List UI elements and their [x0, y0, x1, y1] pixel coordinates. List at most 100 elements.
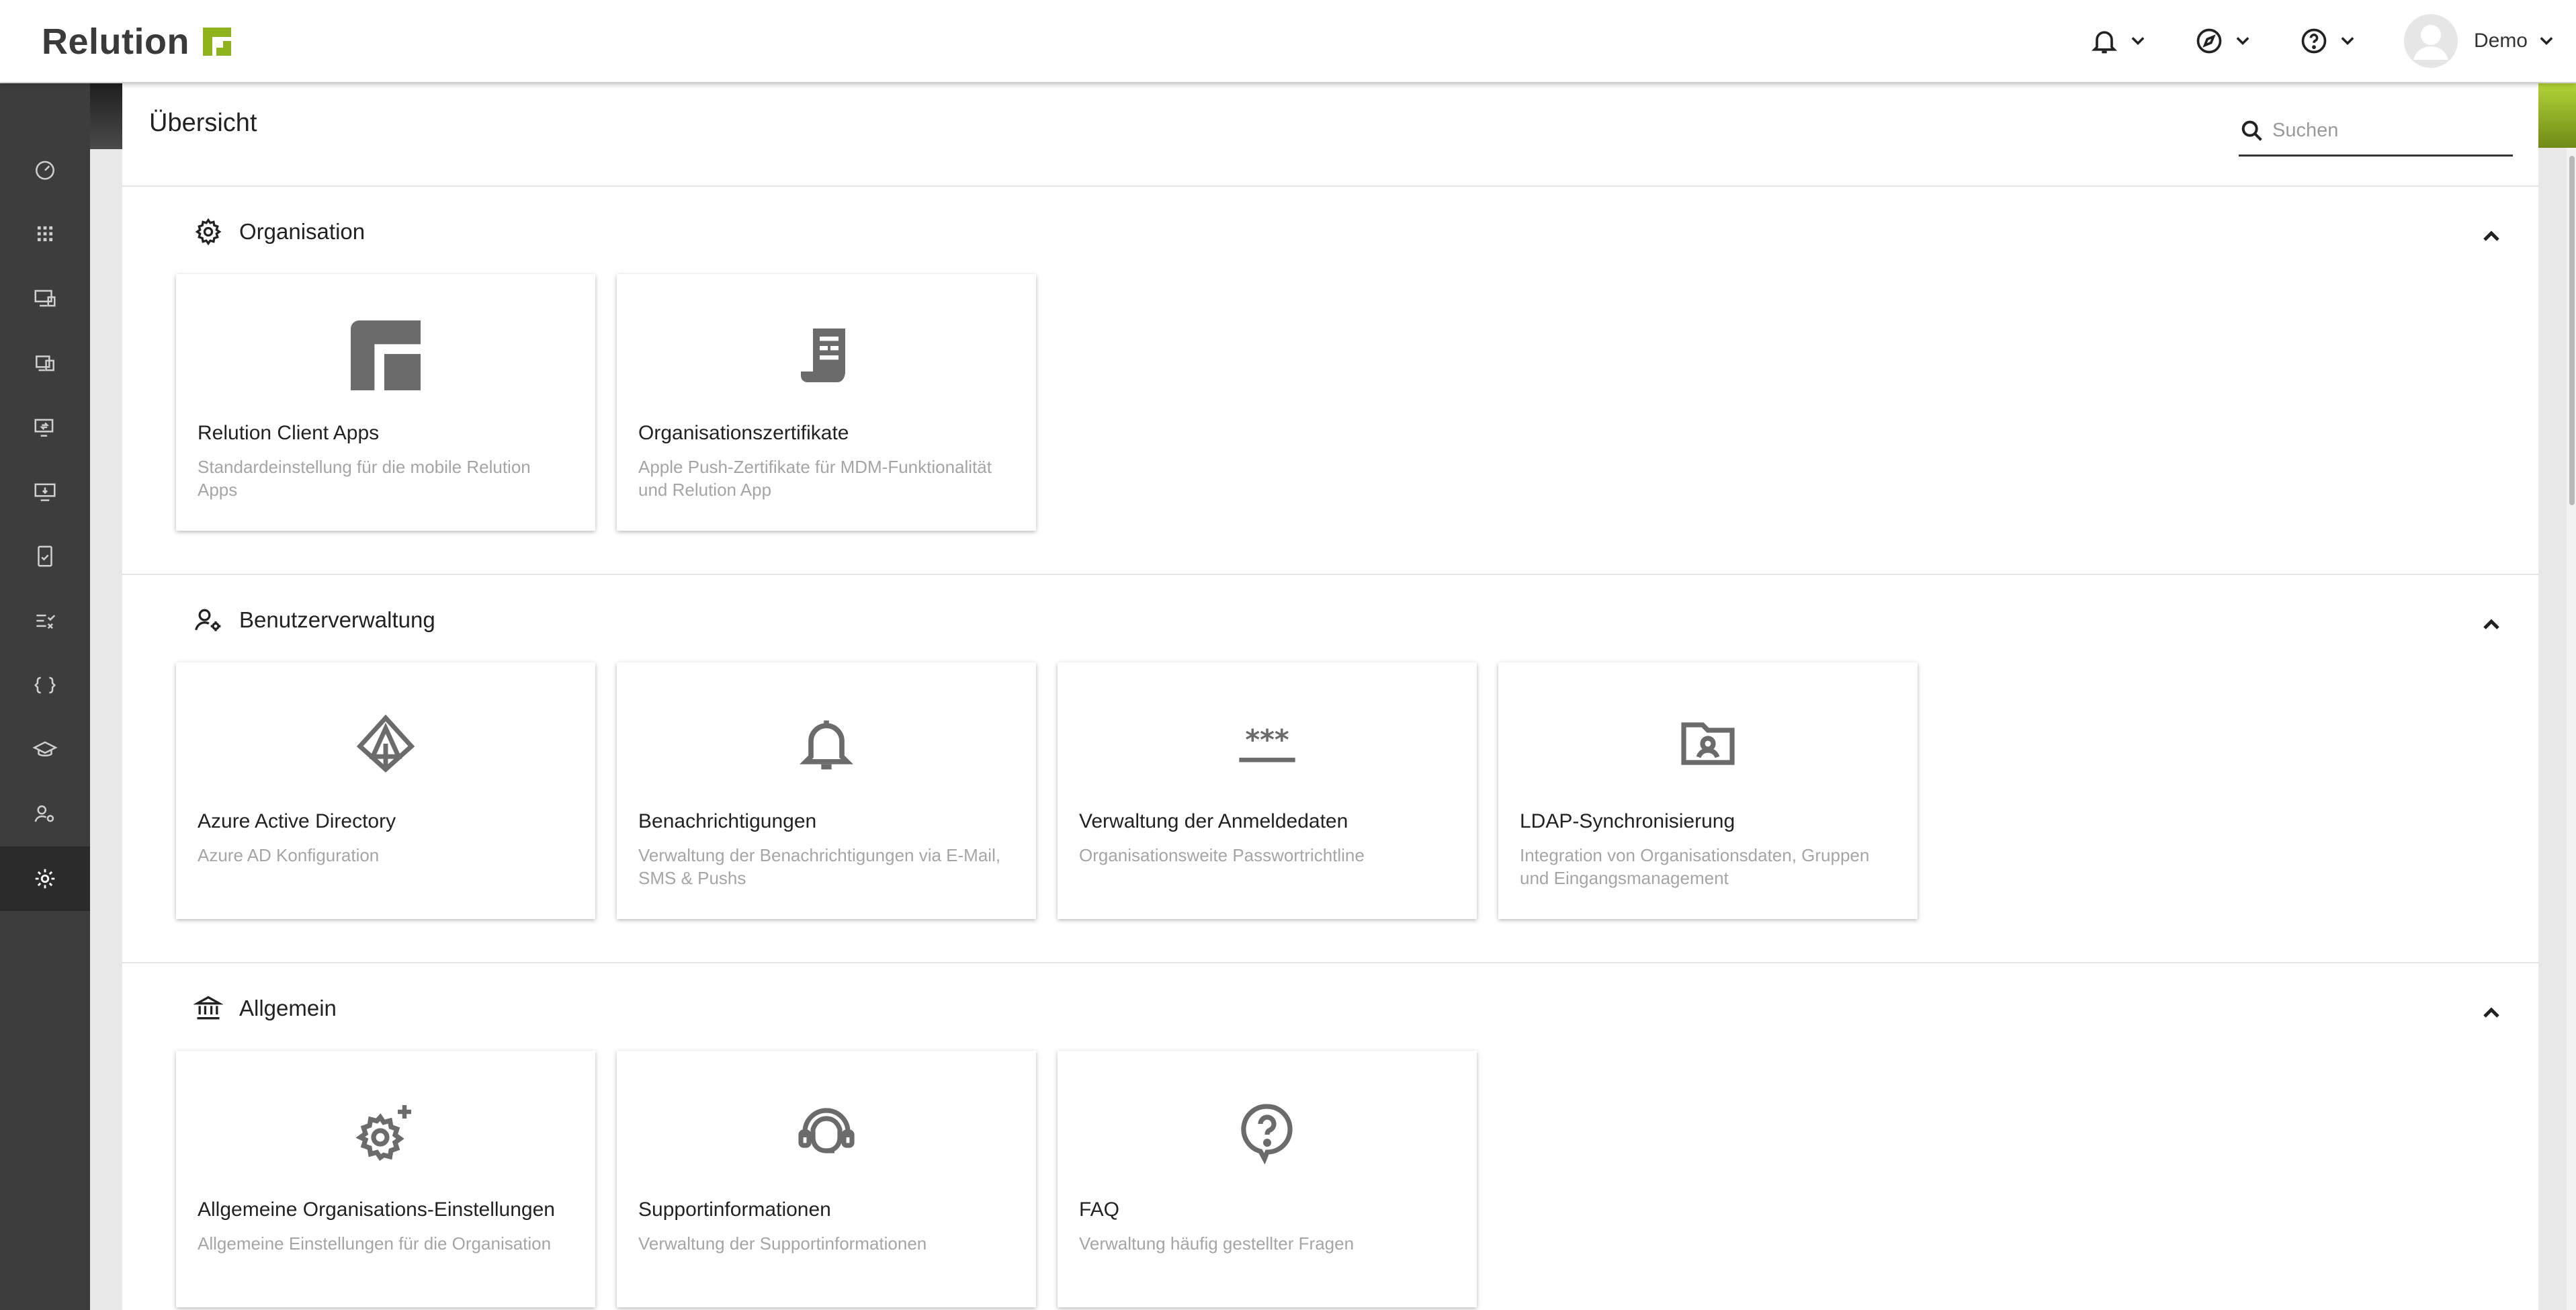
education-icon [32, 741, 58, 756]
sidebar-item-compliance[interactable] [0, 524, 90, 588]
user-settings-icon [195, 609, 221, 631]
help-menu[interactable] [2299, 26, 2357, 56]
card-description: Azure AD Konfiguration [198, 845, 380, 865]
section-title: Allgemein [239, 996, 337, 1020]
card-supportinformationen[interactable]: Supportinformationen Verwaltung der Supp… [617, 1051, 1036, 1307]
card-ldap-synchronisierung[interactable]: LDAP-Synchronisierung Integration von Or… [1498, 662, 1918, 919]
logo[interactable]: Relution [42, 16, 231, 67]
page-header: Übersicht [122, 83, 2538, 187]
card-verwaltung-der-anmeldedaten[interactable]: *** Verwaltung der Anmeldedaten Organisa… [1058, 662, 1477, 919]
card-title: Organisationszertifikate [638, 422, 849, 444]
card-allgemeine-organisations-einstellungen[interactable]: Allgemeine Organisations-Einstellungen A… [176, 1051, 595, 1307]
card-faq[interactable]: FAQ Verwaltung häufig gestellter Fragen [1058, 1051, 1477, 1307]
section-header: Benutzerverwaltung [194, 603, 435, 637]
card-description: Verwaltung der Supportinformationen [638, 1233, 927, 1254]
bell-icon [785, 707, 868, 781]
compliance-icon [38, 545, 52, 567]
top-actions: Demo [2043, 0, 2556, 82]
chevron-down-icon [2236, 37, 2249, 45]
sidebar-item-tasks[interactable] [0, 588, 90, 653]
settings-icon [35, 869, 55, 889]
collapse-icon[interactable] [2478, 1000, 2505, 1027]
gear-icon [195, 218, 222, 246]
tasks-icon [36, 614, 56, 629]
card-description: Apple Push-Zertifikate für MDM-Funktiona… [638, 457, 992, 500]
section-title: Organisation [239, 219, 366, 244]
scripts-icon [34, 676, 56, 694]
explore-menu[interactable] [2194, 26, 2252, 56]
section-organisation: Organisation Relution Client Apps Standa… [122, 187, 2538, 575]
sidebar-item-apps[interactable] [0, 202, 90, 266]
inventory-icon [36, 355, 54, 372]
enrollment-icon [34, 483, 56, 501]
relution-logo-icon [344, 318, 427, 392]
card-title: Azure Active Directory [198, 810, 396, 832]
page-title: Übersicht [149, 109, 257, 137]
sidebar-item-enrollment[interactable] [0, 460, 90, 524]
devices-icon [34, 290, 56, 307]
section-allgemein: Allgemein Allgemeine Organisations-Einst… [122, 963, 2538, 1310]
main-panel: Übersicht Organisation Relution Client A… [122, 83, 2538, 1310]
sidebar-item-devices[interactable] [0, 266, 90, 331]
card-grid: Azure Active Directory Azure AD Konfigur… [176, 662, 1918, 919]
scrollbar-thumb[interactable] [2569, 156, 2575, 505]
support-agent-icon [785, 1095, 868, 1169]
password-icon: *** [1226, 707, 1309, 781]
card-organisationszertifikate[interactable]: Organisationszertifikate Apple Push-Zert… [617, 274, 1036, 531]
gear-sparkle-icon [344, 1095, 427, 1169]
avatar [2403, 14, 2458, 68]
sidebar-item-policies[interactable] [0, 395, 90, 460]
section-benutzerverwaltung: Benutzerverwaltung Azure Active Director… [122, 575, 2538, 963]
card-title: Supportinformationen [638, 1198, 831, 1221]
card-description: Standardeinstellung für die mobile Relut… [198, 457, 531, 500]
card-azure-active-directory[interactable]: Azure Active Directory Azure AD Konfigur… [176, 662, 595, 919]
sidebar-item-scripts[interactable] [0, 653, 90, 717]
user-menu[interactable]: Demo [2403, 14, 2556, 68]
chevron-down-icon [2131, 37, 2145, 45]
svg-text:***: *** [1245, 723, 1289, 756]
dashboard-icon [36, 161, 54, 180]
card-description: Organisationsweite Passwortrichtline [1079, 845, 1365, 865]
sidebar-item-settings[interactable] [0, 846, 90, 911]
azure-icon [344, 707, 427, 781]
section-header: Allgemein [194, 992, 337, 1025]
card-description: Verwaltung der Benachrichtigungen via E-… [638, 845, 1001, 888]
sidebar-item-dashboard[interactable] [0, 137, 90, 202]
help-icon [2301, 28, 2327, 54]
decoration-right [2538, 83, 2576, 148]
card-benachrichtigungen[interactable]: Benachrichtigungen Verwaltung der Benach… [617, 662, 1036, 919]
card-title: Allgemeine Organisations-Einstellungen [198, 1198, 555, 1221]
section-title: Benutzerverwaltung [239, 607, 435, 632]
brand-name: Relution [42, 21, 189, 62]
card-title: Relution Client Apps [198, 422, 380, 444]
top-bar: Relution Demo [0, 0, 2576, 83]
question-bubble-icon [1226, 1095, 1309, 1169]
card-title: FAQ [1079, 1198, 1120, 1221]
card-title: Benachrichtigungen [638, 810, 817, 832]
sidebar-item-inventory[interactable] [0, 331, 90, 395]
card-title: Verwaltung der Anmeldedaten [1079, 810, 1348, 832]
search-box[interactable] [2239, 107, 2513, 157]
card-description: Allgemeine Einstellungen für die Organis… [198, 1233, 552, 1254]
card-description: Verwaltung häufig gestellter Fragen [1079, 1233, 1355, 1254]
card-grid: Allgemeine Organisations-Einstellungen A… [176, 1051, 1477, 1307]
institution-icon [194, 996, 223, 1020]
search-input[interactable] [2272, 120, 2501, 142]
decoration-left [90, 83, 122, 149]
folder-user-icon [1666, 707, 1750, 781]
collapse-icon[interactable] [2478, 223, 2505, 250]
sidebar [0, 83, 90, 1310]
user-name: Demo [2473, 30, 2528, 52]
policies-icon [34, 419, 54, 437]
sidebar-item-education[interactable] [0, 717, 90, 782]
collapse-icon[interactable] [2478, 611, 2505, 638]
apps-icon [37, 226, 53, 242]
bell-icon [2091, 31, 2118, 54]
certificate-icon [785, 318, 868, 392]
card-grid: Relution Client Apps Standardeinstellung… [176, 274, 1036, 531]
notifications-menu[interactable] [2090, 26, 2147, 56]
sidebar-item-users[interactable] [0, 782, 90, 846]
chevron-down-icon [2540, 37, 2553, 45]
search-icon [2241, 120, 2262, 141]
card-relution-client-apps[interactable]: Relution Client Apps Standardeinstellung… [176, 274, 595, 531]
